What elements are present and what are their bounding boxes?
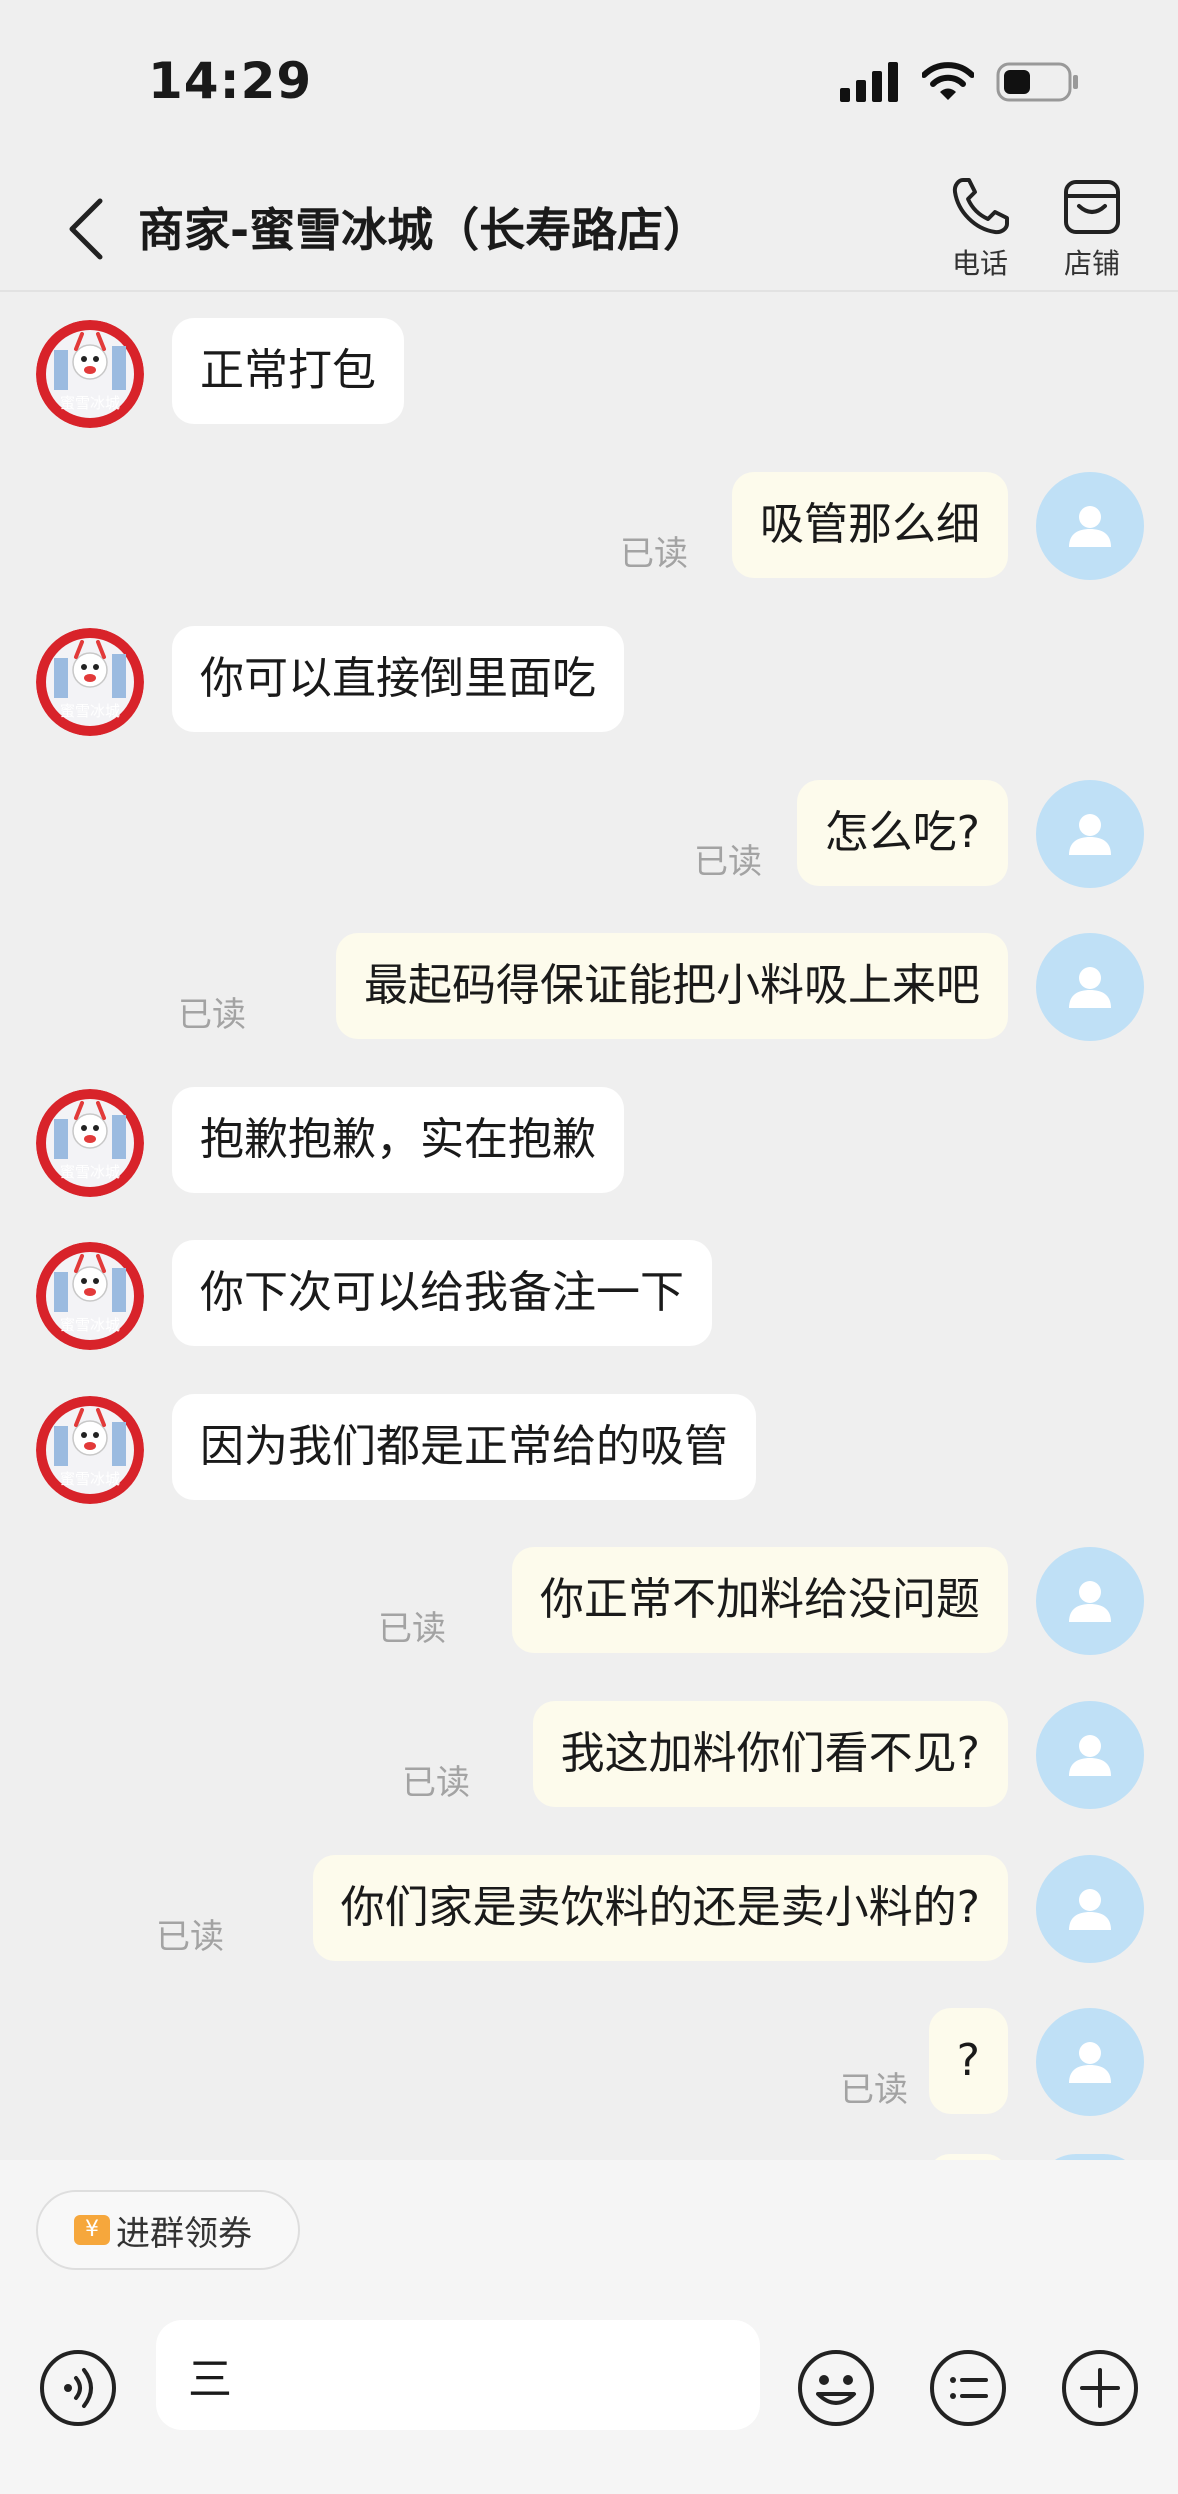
svg-text:蜜雪冰城: 蜜雪冰城 — [60, 1470, 120, 1488]
svg-text:蜜雪冰城: 蜜雪冰城 — [60, 394, 120, 412]
shop-avatar[interactable]: 蜜雪冰城 — [36, 1242, 144, 1350]
message-bubble[interactable]: 吸管那么细 — [732, 472, 1008, 578]
status-icons — [840, 62, 1080, 106]
message-bubble[interactable]: 你可以直接倒里面吃 — [172, 626, 624, 732]
shop-avatar[interactable]: 蜜雪冰城 — [36, 628, 144, 736]
message-bubble[interactable]: 正常打包 — [172, 318, 404, 424]
call-button[interactable]: 电话 — [930, 176, 1030, 282]
svg-text:蜜雪冰城: 蜜雪冰城 — [60, 1316, 120, 1334]
emoji-button[interactable] — [796, 2348, 876, 2428]
shop-logo-icon: 蜜雪冰城 — [36, 1242, 144, 1350]
voice-button[interactable] — [38, 2348, 118, 2428]
user-avatar[interactable] — [1036, 933, 1144, 1041]
message-outgoing: 已读 最起码得保证能把小料吸上来吧 — [0, 933, 1178, 1041]
person-icon — [1069, 814, 1111, 855]
menu-button[interactable] — [928, 2348, 1008, 2428]
chat-title: 商家-蜜雪冰城（长寿路店） — [138, 203, 710, 257]
phone-icon — [952, 178, 1009, 235]
signal-icon — [840, 62, 900, 106]
message-bubble[interactable]: 抱歉抱歉，实在抱歉 — [172, 1087, 624, 1193]
svg-text:蜜雪冰城: 蜜雪冰城 — [60, 1163, 120, 1181]
read-status: 已读 — [402, 1763, 470, 1803]
user-avatar[interactable] — [1036, 780, 1144, 888]
message-bubble[interactable]: ? — [928, 2008, 1008, 2114]
message-outgoing: 已读 我这加料你们看不见? — [0, 1701, 1178, 1809]
message-outgoing: 已读 你们家是卖饮料的还是卖小料的? — [0, 1855, 1178, 1963]
person-icon — [1069, 967, 1111, 1008]
composer-panel: ¥ 进群领券 — [0, 2160, 1178, 2494]
message-list[interactable]: 蜜雪冰城 正常打包 已读 吸管那么细 蜜雪冰城 你可以直接倒里面吃 已读 怎么吃… — [0, 292, 1178, 2160]
user-avatar[interactable] — [1036, 472, 1144, 580]
read-status: 已读 — [178, 995, 246, 1035]
shop-avatar[interactable]: 蜜雪冰城 — [36, 1396, 144, 1504]
battery-icon — [996, 62, 1080, 106]
shop-logo-icon: 蜜雪冰城 — [36, 628, 144, 736]
message-bubble[interactable]: 你们家是卖饮料的还是卖小料的? — [312, 1855, 1008, 1961]
person-icon — [1069, 1889, 1111, 1930]
message-bubble[interactable]: 怎么吃? — [796, 780, 1008, 886]
call-label: 电话 — [951, 247, 1008, 280]
person-icon — [1069, 1735, 1111, 1776]
chat-header: 商家-蜜雪冰城（长寿路店） 电话 店铺 — [0, 160, 1178, 292]
shop-logo-icon: 蜜雪冰城 — [36, 1089, 144, 1197]
message-incoming: 蜜雪冰城 你下次可以给我备注一下 — [0, 1240, 1178, 1350]
wifi-icon — [921, 62, 975, 106]
message-bubble[interactable]: 最起码得保证能把小料吸上来吧 — [336, 933, 1008, 1039]
list-icon — [930, 2350, 1006, 2426]
message-outgoing: 已读 怎么吃? — [0, 780, 1178, 888]
message-bubble[interactable]: 你下次可以给我备注一下 — [172, 1240, 712, 1346]
message-bubble[interactable]: 因为我们都是正常给的吸管 — [172, 1394, 756, 1500]
user-avatar[interactable] — [1036, 1701, 1144, 1809]
coupon-label: 进群领券 — [116, 2213, 252, 2254]
person-icon — [1069, 2042, 1111, 2083]
status-time: 14:29 — [148, 52, 313, 110]
svg-text:蜜雪冰城: 蜜雪冰城 — [60, 702, 120, 720]
chevron-left-icon — [69, 198, 103, 260]
message-input[interactable] — [156, 2320, 760, 2430]
read-status: 已读 — [378, 1609, 446, 1649]
store-button[interactable]: 店铺 — [1042, 176, 1142, 282]
read-status: 已读 — [620, 534, 688, 574]
message-outgoing: 已读 吸管那么细 — [0, 472, 1178, 580]
message-bubble[interactable]: 你正常不加料给没问题 — [512, 1547, 1008, 1653]
emoji-icon — [798, 2350, 874, 2426]
add-button[interactable] — [1060, 2348, 1140, 2428]
read-status: 已读 — [840, 2070, 908, 2110]
status-bar: 14:29 — [0, 0, 1178, 160]
user-avatar[interactable] — [1036, 2008, 1144, 2116]
message-incoming: 蜜雪冰城 抱歉抱歉，实在抱歉 — [0, 1087, 1178, 1197]
message-outgoing: 已读 你正常不加料给没问题 — [0, 1547, 1178, 1655]
person-icon — [1069, 1581, 1111, 1622]
coupon-icon: ¥ — [74, 2215, 110, 2245]
shop-avatar[interactable]: 蜜雪冰城 — [36, 1089, 144, 1197]
back-button[interactable] — [56, 194, 116, 264]
voice-icon — [40, 2350, 116, 2426]
join-group-coupon-button[interactable]: ¥ 进群领券 — [36, 2190, 300, 2270]
plus-icon — [1062, 2350, 1138, 2426]
input-row — [0, 2320, 1178, 2460]
shop-avatar[interactable]: 蜜雪冰城 — [36, 320, 144, 428]
message-incoming: 蜜雪冰城 正常打包 — [0, 318, 1178, 428]
message-incoming: 蜜雪冰城 因为我们都是正常给的吸管 — [0, 1394, 1178, 1504]
shop-logo-icon: 蜜雪冰城 — [36, 320, 144, 428]
store-icon — [1064, 180, 1120, 234]
message-bubble[interactable]: 我这加料你们看不见? — [532, 1701, 1008, 1807]
user-avatar[interactable] — [1036, 1855, 1144, 1963]
message-incoming: 蜜雪冰城 你可以直接倒里面吃 — [0, 626, 1178, 736]
read-status: 已读 — [156, 1917, 224, 1957]
person-icon — [1069, 506, 1111, 547]
store-label: 店铺 — [1063, 247, 1120, 280]
user-avatar[interactable] — [1036, 1547, 1144, 1655]
message-outgoing: 已读 ? — [0, 2008, 1178, 2116]
read-status: 已读 — [694, 842, 762, 882]
shop-logo-icon: 蜜雪冰城 — [36, 1396, 144, 1504]
